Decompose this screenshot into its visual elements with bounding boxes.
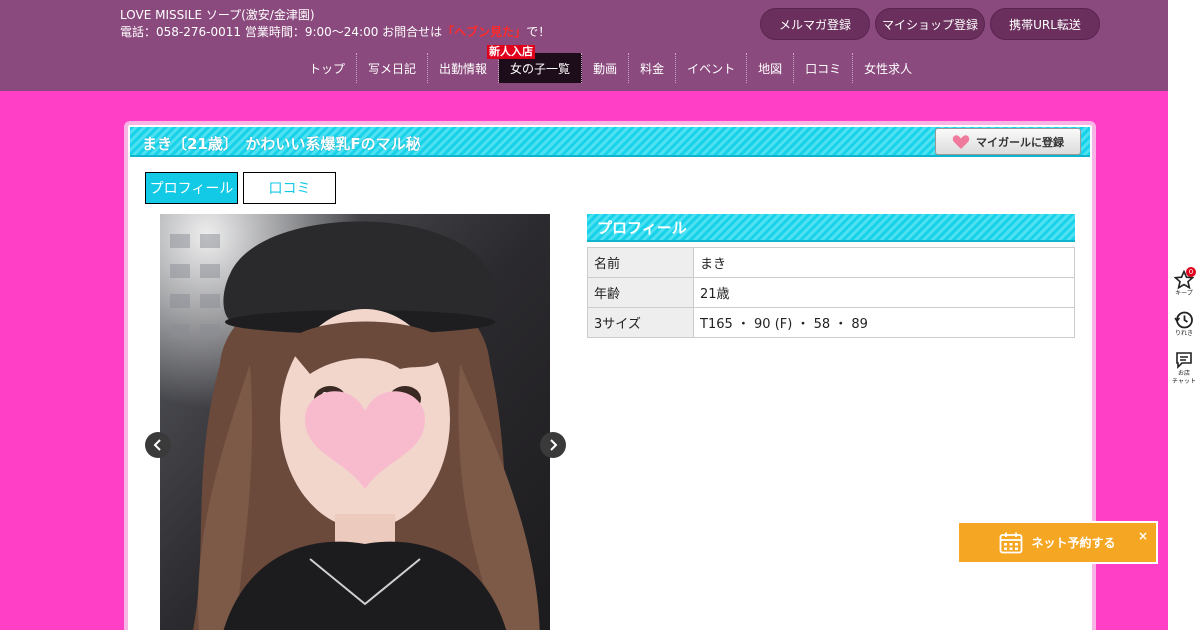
- page-title: まき〔21歳〕 かわいい系爆乳Fのマル秘: [142, 135, 421, 153]
- chevron-right-icon: [550, 439, 558, 451]
- title-bar: まき〔21歳〕 かわいい系爆乳Fのマル秘 マイガールに登録: [130, 127, 1090, 157]
- keep-widget[interactable]: 0 キープ: [1168, 267, 1200, 298]
- photo-illustration: [160, 214, 550, 630]
- history-icon: [1174, 311, 1193, 329]
- chevron-left-icon: [153, 439, 161, 451]
- keep-label: キープ: [1175, 290, 1193, 297]
- row-value: 21歳: [693, 277, 1075, 308]
- chat-widget[interactable]: お店 チャット: [1168, 350, 1200, 386]
- mygirl-register-label: マイガールに登録: [976, 135, 1064, 149]
- contact-highlight: 「ヘブン見た」: [442, 25, 527, 39]
- heart-icon: [952, 134, 970, 149]
- new-girl-badge: 新人入店: [487, 45, 535, 59]
- profile-section-title: プロフィール: [587, 214, 1075, 242]
- chat-label-2: チャット: [1172, 378, 1196, 385]
- nav-reviews[interactable]: 口コミ: [794, 53, 854, 83]
- shop-name: LOVE MISSILE ソープ(激安/金津園): [120, 8, 315, 22]
- nav-video[interactable]: 動画: [582, 53, 630, 83]
- history-label: りれき: [1174, 330, 1193, 337]
- myshop-register-button[interactable]: マイショップ登録: [875, 8, 985, 40]
- contact-suffix: で！: [526, 25, 551, 39]
- history-widget[interactable]: りれき: [1168, 310, 1200, 338]
- newsletter-button[interactable]: メルマガ登録: [760, 8, 870, 40]
- tab-profile[interactable]: プロフィール: [145, 172, 238, 204]
- table-row: 3サイズ T165 ・ 90 (F) ・ 58 ・ 89: [587, 307, 1075, 338]
- row-value: T165 ・ 90 (F) ・ 58 ・ 89: [693, 307, 1075, 338]
- row-value: まき: [693, 247, 1075, 278]
- girl-photo: [160, 214, 550, 630]
- nav-event[interactable]: イベント: [676, 53, 748, 83]
- row-key: 3サイズ: [587, 307, 694, 338]
- contact-prefix: 電話：058-276-0011 営業時間：9:00～24:00 お問合せは: [120, 25, 443, 39]
- photo-next-button[interactable]: [540, 432, 566, 458]
- row-key: 名前: [587, 247, 694, 278]
- mygirl-register-button[interactable]: マイガールに登録: [935, 128, 1081, 155]
- nav-recruit[interactable]: 女性求人: [853, 53, 923, 83]
- chat-icon: [1176, 352, 1192, 369]
- close-icon[interactable]: ×: [1138, 529, 1148, 543]
- net-reserve-label: ネット予約する: [1031, 536, 1116, 550]
- side-widget-bar: 0 キープ りれき お店 チャット: [1168, 0, 1200, 630]
- nav-map[interactable]: 地図: [747, 53, 795, 83]
- site-header: LOVE MISSILE ソープ(激安/金津園) 電話：058-276-0011…: [0, 0, 1168, 91]
- nav-top[interactable]: トップ: [298, 53, 358, 83]
- main-nav: トップ 写メ日記 出勤情報 女の子一覧 動画 料金 イベント 地図 口コミ 女性…: [298, 53, 923, 83]
- table-row: 年齢 21歳: [587, 277, 1075, 308]
- nav-price[interactable]: 料金: [629, 53, 677, 83]
- calendar-icon: [1000, 532, 1023, 553]
- row-key: 年齢: [587, 277, 694, 308]
- chat-label-1: お店: [1177, 370, 1190, 377]
- profile-card: まき〔21歳〕 かわいい系爆乳Fのマル秘 マイガールに登録 プロフィール 口コミ: [124, 121, 1096, 630]
- nav-photo-diary[interactable]: 写メ日記: [357, 53, 429, 83]
- net-reserve-button[interactable]: ネット予約する ×: [957, 521, 1158, 564]
- mobile-url-button[interactable]: 携帯URL転送: [990, 8, 1100, 40]
- tab-reviews[interactable]: 口コミ: [243, 172, 336, 204]
- keep-count-badge: 0: [1186, 267, 1196, 277]
- contact-info: 電話：058-276-0011 営業時間：9:00～24:00 お問合せは「ヘブ…: [120, 23, 550, 40]
- photo-prev-button[interactable]: [145, 432, 171, 458]
- profile-table: 名前 まき 年齢 21歳 3サイズ T165 ・ 90 (F) ・ 58 ・ 8…: [587, 247, 1075, 338]
- table-row: 名前 まき: [587, 247, 1075, 278]
